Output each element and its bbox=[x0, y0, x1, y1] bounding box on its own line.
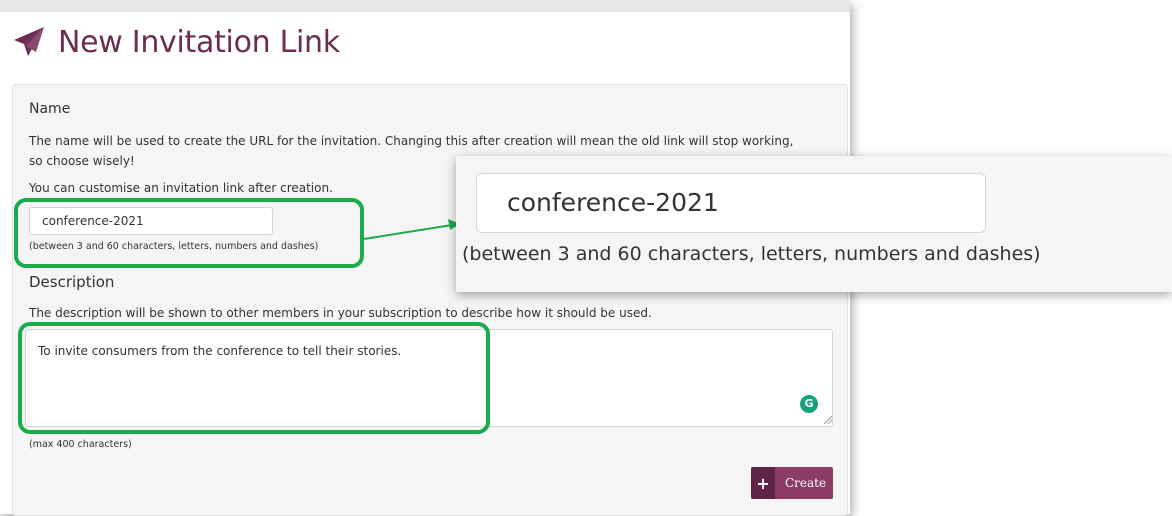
zoom-input-hint: (between 3 and 60 characters, letters, n… bbox=[462, 243, 1041, 265]
page-header: New Invitation Link bbox=[12, 20, 340, 64]
zoom-callout: conference-2021 (between 3 and 60 charac… bbox=[456, 156, 1172, 292]
name-highlight-box bbox=[14, 198, 364, 268]
page-title: New Invitation Link bbox=[58, 24, 340, 60]
resize-handle-icon[interactable] bbox=[822, 414, 832, 424]
description-highlight-box bbox=[18, 322, 490, 434]
name-help-line-3: You can customise an invitation link aft… bbox=[29, 181, 333, 195]
description-heading: Description bbox=[29, 273, 115, 291]
create-button[interactable]: + Create bbox=[751, 467, 833, 499]
top-bar bbox=[0, 0, 850, 12]
name-help-line-2: so choose wisely! bbox=[29, 154, 135, 168]
name-help-line-1: The name will be used to create the URL … bbox=[29, 134, 794, 148]
create-button-label: Create bbox=[785, 476, 827, 490]
invitation-form: Name The name will be used to create the… bbox=[12, 84, 848, 516]
description-hint: (max 400 characters) bbox=[29, 439, 132, 450]
name-heading: Name bbox=[29, 101, 71, 117]
paper-plane-icon bbox=[14, 27, 44, 56]
zoom-name-input: conference-2021 bbox=[476, 173, 986, 233]
plus-icon: + bbox=[751, 467, 775, 499]
grammarly-icon[interactable]: G bbox=[800, 395, 818, 413]
callout-arrow-icon bbox=[363, 219, 460, 240]
description-help: The description will be shown to other m… bbox=[29, 306, 652, 320]
